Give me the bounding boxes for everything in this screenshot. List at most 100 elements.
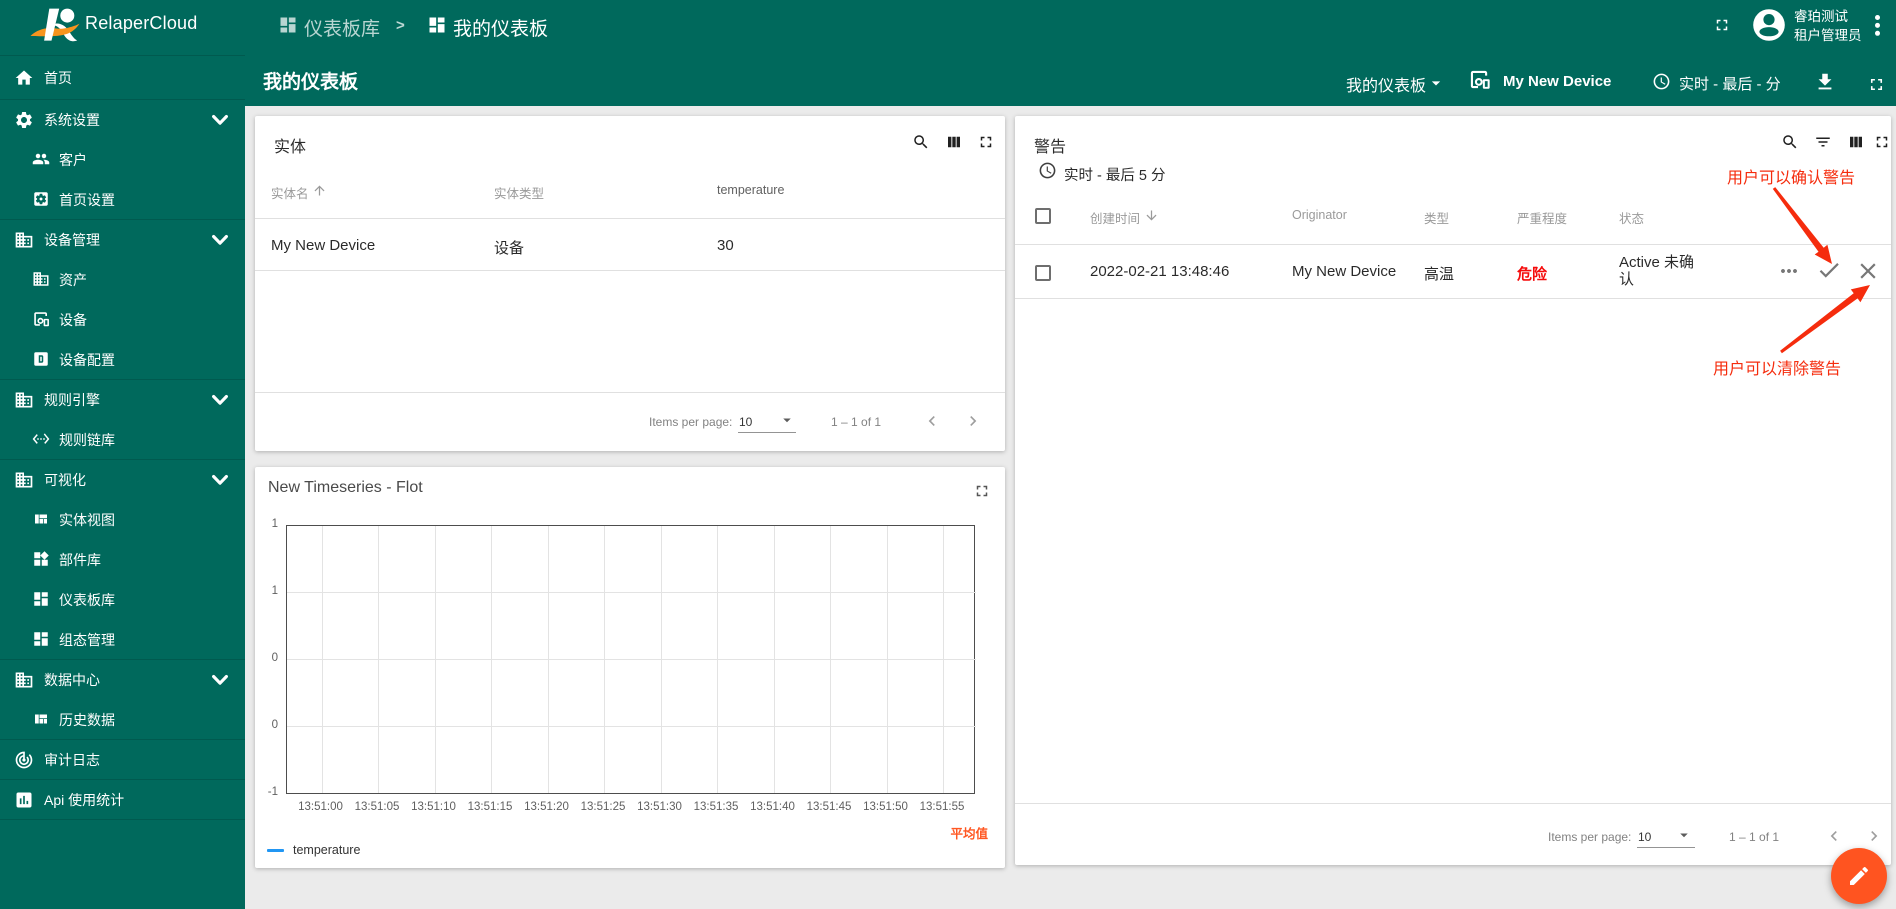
timewindow-button[interactable]: 实时 - 最后 - 分 — [1679, 73, 1781, 94]
filter-icon[interactable] — [1814, 133, 1832, 151]
user-role: 租户管理员 — [1794, 28, 1862, 43]
kebab-menu-icon[interactable] — [1875, 15, 1880, 36]
sort-desc-icon[interactable] — [1144, 208, 1159, 223]
select-underline — [738, 432, 796, 433]
alpha-d-box-icon — [32, 350, 50, 370]
legend-label[interactable]: temperature — [293, 843, 360, 857]
columns-icon[interactable] — [945, 133, 963, 151]
table-divider — [255, 270, 1005, 271]
sidebar-item-8[interactable]: 规则引擎 — [0, 380, 245, 420]
topbar: 仪表板库 > 我的仪表板 睿珀测试 租户管理员 我的仪表板 我的仪表板 My N… — [245, 0, 1896, 106]
dashboard-icon — [32, 630, 50, 650]
ack-alarm-icon[interactable] — [1816, 257, 1842, 283]
edit-dashboard-fab[interactable] — [1831, 848, 1887, 904]
timeseries-card: New Timeseries - Flot 1 1 0 0 -1 13:51:00 13:… — [255, 467, 1005, 868]
sidebar-item-5[interactable]: 资产 — [0, 260, 245, 300]
column-header-entity-type[interactable]: 实体类型 — [494, 183, 544, 202]
sidebar-item-16[interactable]: 历史数据 — [0, 700, 245, 740]
column-header-status[interactable]: 状态 — [1619, 208, 1644, 227]
annotation-arrows — [1772, 187, 1870, 354]
sidebar-item-4[interactable]: 设备管理 — [0, 220, 245, 260]
column-header-created-time[interactable]: 创建时间 — [1090, 208, 1140, 227]
alarms-timewindow[interactable]: 实时 - 最后 5 分 — [1064, 164, 1166, 185]
breadcrumb-dashboard-icon — [278, 15, 298, 35]
sort-asc-icon[interactable] — [312, 183, 327, 198]
clock-icon[interactable] — [1038, 161, 1057, 180]
search-icon[interactable] — [912, 133, 930, 151]
fullscreen-widget-icon[interactable] — [1873, 133, 1891, 151]
sidebar-separator — [0, 55, 245, 56]
logo-row[interactable]: RelaperCloud — [0, 0, 245, 56]
x-tick-label: 13:51:15 — [467, 801, 513, 813]
clear-alarm-icon[interactable] — [1855, 258, 1881, 284]
aggregation-label[interactable]: 平均值 — [950, 823, 988, 842]
sidebar-item-11[interactable]: 实体视图 — [0, 500, 245, 540]
fullscreen-widget-icon[interactable] — [977, 133, 995, 151]
next-page-button[interactable] — [1864, 826, 1884, 846]
column-header-originator[interactable]: Originator — [1292, 208, 1347, 222]
dropdown-arrow-icon — [1426, 73, 1446, 93]
select-all-checkbox[interactable] — [1035, 208, 1051, 224]
breadcrumb-current[interactable]: 我的仪表板 — [453, 14, 548, 41]
download-button[interactable] — [1814, 71, 1836, 93]
avatar[interactable] — [1753, 9, 1785, 41]
sidebar-item-14[interactable]: 组态管理 — [0, 620, 245, 660]
prev-page-button[interactable] — [1824, 826, 1844, 846]
column-header-severity[interactable]: 严重程度 — [1517, 208, 1567, 227]
range-label: 1 – 1 of 1 — [831, 415, 882, 429]
more-actions-icon[interactable] — [1777, 259, 1801, 283]
sidebar-item-6[interactable]: 设备 — [0, 300, 245, 340]
cell-entity-name[interactable]: My New Device — [271, 237, 375, 254]
sidebar-item-13[interactable]: 仪表板库 — [0, 580, 245, 620]
sidebar-item-9[interactable]: 规则链库 — [0, 420, 245, 460]
devices-icon — [32, 310, 50, 330]
cell-status: Active 未确认 — [1619, 254, 1694, 288]
sidebar-item-12[interactable]: 部件库 — [0, 540, 245, 580]
chevron-down-icon[interactable] — [210, 230, 230, 250]
view-quilt-icon — [32, 710, 50, 730]
settings-ethernet-icon — [32, 430, 50, 450]
sidebar-item-7[interactable]: 设备配置 — [0, 340, 245, 380]
row-checkbox[interactable] — [1035, 265, 1051, 281]
sidebar-item-18[interactable]: Api 使用统计 — [0, 780, 245, 820]
search-icon[interactable] — [1781, 133, 1799, 151]
sidebar-item-2[interactable]: 客户 — [0, 140, 245, 180]
sidebar-item-1[interactable]: 系统设置 — [0, 100, 245, 140]
sidebar-item-3[interactable]: 首页设置 — [0, 180, 245, 220]
sidebar-item-label: 部件库 — [59, 552, 101, 568]
gear-icon — [14, 110, 34, 130]
sidebar-item-15[interactable]: 数据中心 — [0, 660, 245, 700]
dashboard-state-select[interactable]: 我的仪表板 — [1346, 72, 1426, 96]
sidebar-item-0[interactable]: 首页 — [0, 56, 245, 100]
sidebar-item-label: 资产 — [59, 272, 87, 288]
user-info[interactable]: 睿珀测试 租户管理员 — [1794, 7, 1862, 45]
sidebar-item-label: 首页 — [44, 70, 72, 86]
fullscreen-button[interactable] — [1713, 16, 1731, 34]
breadcrumb-dashboards[interactable]: 仪表板库 — [304, 14, 380, 41]
app-root: RelaperCloud 首页系统设置 客户 首页设置 设备管理资产设备 设备配置 规则引… — [0, 0, 1896, 909]
chevron-down-icon[interactable] — [210, 110, 230, 130]
status-text-line1: Active 未确 — [1619, 254, 1695, 271]
next-page-button[interactable] — [963, 411, 983, 431]
fullscreen-dashboard-button[interactable] — [1867, 75, 1886, 94]
column-header-type[interactable]: 类型 — [1424, 208, 1449, 227]
page-size-select[interactable]: 10 — [1638, 830, 1651, 844]
chevron-down-icon[interactable] — [210, 470, 230, 490]
column-header-temperature[interactable]: temperature — [717, 183, 784, 197]
footer-divider — [1015, 803, 1891, 804]
chevron-down-icon[interactable] — [210, 390, 230, 410]
prev-page-button[interactable] — [922, 411, 942, 431]
columns-icon[interactable] — [1847, 133, 1865, 151]
chevron-down-icon[interactable] — [210, 670, 230, 690]
track-changes-icon — [14, 750, 34, 770]
x-tick-label: 13:51:50 — [863, 801, 908, 813]
sidebar-item-17[interactable]: 审计日志 — [0, 740, 245, 780]
fullscreen-widget-icon[interactable] — [973, 482, 991, 500]
page-size-select[interactable]: 10 — [739, 415, 752, 429]
device-entity-button[interactable]: My New Device — [1503, 73, 1611, 90]
annotation-ack-alarm: 用户可以确认警告 — [1727, 170, 1856, 187]
column-header-entity-name[interactable]: 实体名 — [271, 183, 309, 202]
sidebar-menu: 首页系统设置 客户 首页设置 设备管理资产设备 设备配置 规则引擎 规则链库 可视化 实体视图部… — [0, 56, 245, 820]
page-size-arrow-icon — [1675, 826, 1693, 844]
sidebar-item-10[interactable]: 可视化 — [0, 460, 245, 500]
